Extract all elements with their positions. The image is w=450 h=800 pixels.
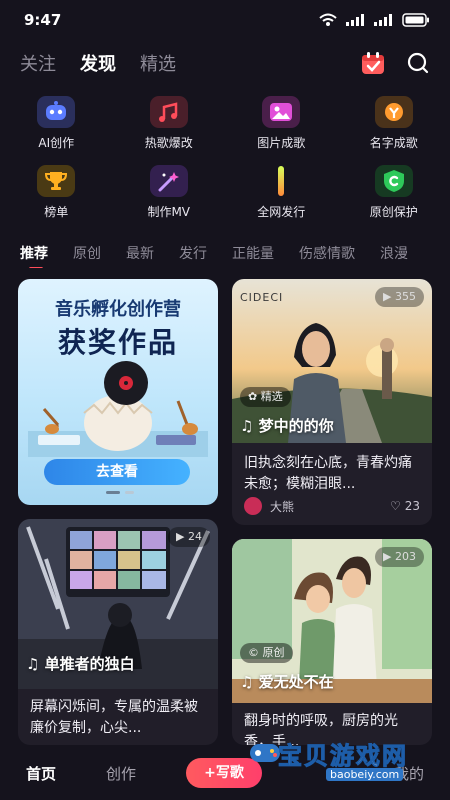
song-card[interactable]: ▶ 203 © 原创 ♫ 爱无处不在 翻身时的呼吸，厨房的光香，手...: [232, 539, 432, 745]
song-description: 屏幕闪烁间，专属的温柔被廉价复制，心尖...: [30, 699, 198, 736]
feature-charts[interactable]: 榜单: [0, 165, 113, 220]
play-count-value: 355: [395, 290, 416, 303]
like-icon[interactable]: ♡: [390, 499, 401, 513]
play-count-value: 203: [395, 550, 416, 563]
feature-release[interactable]: 全网发行: [225, 165, 338, 220]
nav-mine[interactable]: 我的: [394, 763, 424, 784]
magic-wand-icon: [149, 165, 188, 197]
feature-make-mv[interactable]: 制作MV: [113, 165, 226, 220]
like-count: 23: [404, 499, 420, 513]
author-name[interactable]: 大熊: [270, 498, 294, 515]
song-title: ♫ 爱无处不在: [240, 673, 334, 691]
tab-sad-love[interactable]: 伤感情歌: [299, 243, 355, 263]
feature-copyright[interactable]: 原创保护: [338, 165, 450, 220]
song-title-text: 爱无处不在: [258, 673, 334, 691]
nav-home[interactable]: 首页: [26, 763, 56, 784]
bottom-nav: 首页 创作 +写歌 我的: [0, 746, 450, 800]
feature-label: 图片成歌: [257, 136, 306, 150]
view-button[interactable]: 去查看: [44, 459, 190, 485]
play-count-value: 24: [188, 530, 202, 543]
tab-discover[interactable]: 发现: [80, 50, 116, 76]
tab-featured[interactable]: 精选: [140, 50, 176, 76]
feature-label: 全网发行: [257, 205, 306, 219]
song-title: ♫ 单推者的独白: [26, 655, 135, 673]
hot-music-icon: [149, 96, 188, 128]
status-bar: 9:47: [0, 0, 450, 40]
status-time: 9:47: [24, 11, 62, 29]
play-count: ▶ 355: [375, 287, 424, 307]
top-nav: 关注 发现 精选: [0, 46, 450, 80]
tab-follow[interactable]: 关注: [20, 50, 56, 76]
badge-label: 精选: [260, 390, 283, 403]
nav-create[interactable]: 创作: [106, 763, 136, 784]
banner-title: 音乐孵化创作营: [55, 299, 181, 320]
calendar-check-icon[interactable]: [360, 50, 386, 76]
banner-subtitle: 获奖作品: [57, 326, 178, 359]
feature-grid: AI创作 热歌爆改 图片成歌 名字成歌 榜单 制作MV 全网发行 原创保护: [0, 96, 450, 220]
search-icon[interactable]: [406, 51, 430, 75]
featured-badge: ✿ 精选: [240, 387, 291, 407]
release-bar-icon: [262, 165, 300, 197]
signal-icon-2: [374, 14, 392, 26]
feature-label: 榜单: [44, 205, 69, 219]
song-title-text: 单推者的独白: [44, 655, 135, 673]
category-tabs: 推荐 原创 最新 发行 正能量 伤感情歌 浪漫: [0, 238, 450, 268]
image-icon: [262, 96, 301, 128]
wifi-icon: [319, 13, 337, 26]
carousel-dots: [106, 491, 134, 494]
name-song-icon: [374, 96, 413, 128]
tab-latest[interactable]: 最新: [126, 243, 154, 263]
song-meta: 大熊 ♡ 23: [244, 497, 420, 515]
original-badge: © 原创: [240, 643, 293, 663]
song-description: 旧执念刻在心底，青春灼痛未愈；模糊泪眼...: [244, 455, 412, 492]
write-song-button[interactable]: +写歌: [186, 758, 263, 788]
feature-label: AI创作: [38, 136, 75, 150]
signal-icon: [346, 14, 364, 26]
promo-banner[interactable]: 音乐孵化创作营 获奖作品 去查看: [18, 279, 218, 505]
feature-name-song[interactable]: 名字成歌: [338, 96, 450, 151]
tab-original[interactable]: 原创: [73, 243, 101, 263]
play-count: ▶ 24: [168, 527, 210, 547]
song-card[interactable]: ▶ 24 ♫ 单推者的独白 屏幕闪烁间，专属的温柔被廉价复制，心尖...: [18, 519, 218, 745]
song-card[interactable]: CIDECI ▶ 355 ✿ 精选 ♫ 梦中的的你 旧执念刻在心底，青春灼痛未愈…: [232, 279, 432, 525]
feature-image-song[interactable]: 图片成歌: [225, 96, 338, 151]
play-count: ▶ 203: [375, 547, 424, 567]
avatar[interactable]: [244, 497, 262, 515]
trophy-icon: [37, 165, 76, 197]
tab-romance[interactable]: 浪漫: [380, 243, 408, 263]
cover-text: CIDECI: [240, 291, 284, 304]
battery-icon: [402, 13, 429, 27]
feature-ai-create[interactable]: AI创作: [0, 96, 113, 151]
tab-release[interactable]: 发行: [179, 243, 207, 263]
shield-c-icon: [374, 165, 413, 197]
feature-label: 原创保护: [369, 205, 418, 219]
song-title-text: 梦中的的你: [258, 417, 334, 435]
song-title: ♫ 梦中的的你: [240, 417, 334, 435]
feature-hot-remix[interactable]: 热歌爆改: [113, 96, 226, 151]
song-description: 翻身时的呼吸，厨房的光香，手...: [244, 713, 398, 745]
tab-positive[interactable]: 正能量: [232, 243, 274, 263]
badge-label: 原创: [262, 646, 285, 659]
ai-robot-icon: [37, 96, 76, 128]
status-icons: [318, 13, 430, 27]
feature-label: 制作MV: [147, 205, 191, 219]
tab-recommend[interactable]: 推荐: [20, 243, 48, 268]
feature-label: 名字成歌: [369, 136, 418, 150]
feature-label: 热歌爆改: [144, 136, 193, 150]
top-actions: [360, 50, 430, 76]
vinyl-egg-illustration: [28, 361, 208, 457]
